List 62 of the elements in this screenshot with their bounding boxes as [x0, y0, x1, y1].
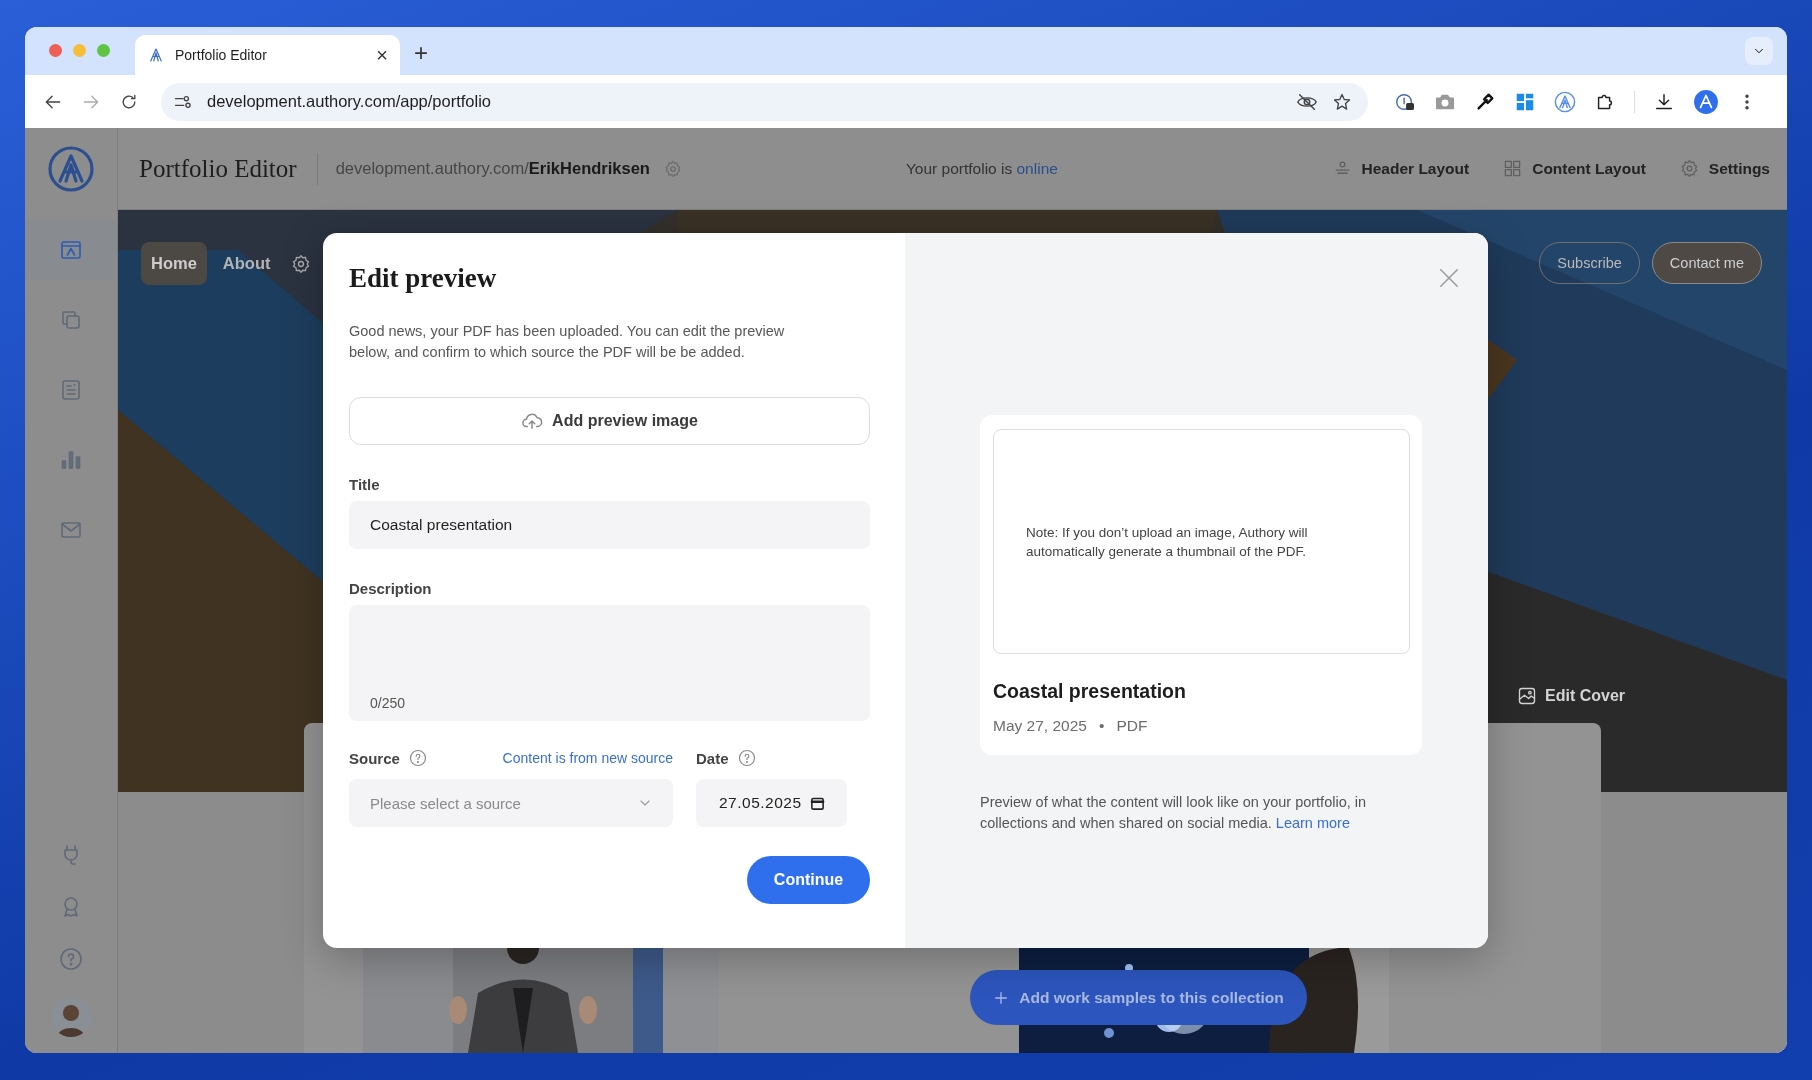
settings-icon: [1679, 159, 1699, 178]
help-icon: [59, 947, 83, 971]
portfolio-url: development.authory.com/ErikHendriksen: [335, 159, 650, 178]
help-icon[interactable]: [408, 749, 427, 767]
header-action[interactable]: Header Layout: [1332, 159, 1470, 178]
star-icon[interactable]: [1332, 91, 1352, 112]
plus-icon: [993, 989, 1010, 1006]
separator-dot: •: [1098, 717, 1105, 735]
address-bar[interactable]: development.authory.com/app/portfolio: [161, 82, 1368, 121]
contact-button[interactable]: Contact me: [1651, 242, 1762, 284]
dialog-title: Edit preview: [349, 262, 498, 295]
learn-more-link[interactable]: Learn more: [1275, 815, 1350, 831]
bar-chart-icon: [59, 448, 83, 472]
eyedropper-icon[interactable]: [1474, 90, 1496, 113]
new-source-link[interactable]: Content is from new source: [502, 750, 673, 766]
tab-title: Portfolio Editor: [175, 47, 268, 63]
field-label: Title: [349, 476, 381, 493]
close-tab-button[interactable]: ×: [376, 43, 388, 67]
portfolio-icon: [59, 238, 83, 262]
grid-icon: [1503, 159, 1523, 178]
nav-link[interactable]: Home: [141, 242, 207, 285]
calendar-icon: [810, 795, 825, 811]
field-label: Description: [349, 580, 433, 597]
field-label: Source: [349, 749, 400, 767]
header-action[interactable]: Content Layout: [1503, 159, 1646, 178]
source-dropdown[interactable]: Please select a source: [349, 779, 673, 827]
logo-icon[interactable]: [47, 145, 95, 193]
window-control[interactable]: [49, 44, 62, 57]
avatar[interactable]: [51, 997, 91, 1037]
portfolio-status: Your portfolio is online: [905, 159, 1058, 178]
header-action[interactable]: Settings: [1679, 159, 1770, 178]
window-control[interactable]: [97, 44, 110, 57]
field-label: Date: [696, 749, 729, 767]
add-image-button[interactable]: Add preview image: [349, 397, 870, 445]
description-field[interactable]: 0/250: [349, 605, 870, 721]
settings-icon[interactable]: [290, 253, 311, 274]
add-samples-button[interactable]: Add work samples to this collection: [970, 970, 1307, 1025]
preview-note: Preview of what the content will look like on your portfolio, in collections and when shared on social media. Learn more: [980, 793, 1368, 833]
title-field[interactable]: Coastal presentation: [349, 501, 870, 549]
logo-icon: [147, 46, 165, 64]
browser-tab[interactable]: Portfolio Editor ×: [135, 35, 400, 75]
new-tab-button[interactable]: +: [414, 39, 428, 67]
card-type: PDF: [1116, 717, 1148, 735]
continue-button[interactable]: Continue: [747, 856, 870, 904]
intro-text: Good news, your PDF has been uploaded. You can edit the preview below, and confirm to which source the PDF will be be added.: [349, 322, 786, 362]
sidebar-item[interactable]: [25, 220, 117, 280]
edit-cover-button[interactable]: Edit Cover: [1517, 686, 1625, 706]
character-counter: 0/250: [370, 695, 407, 711]
profile-icon[interactable]: [1693, 88, 1719, 115]
logo-icon[interactable]: [1554, 90, 1576, 113]
note-text: Note: If you don’t upload an image, Authory will automatically generate a thumbnail of the PDF.: [1026, 523, 1309, 561]
copy-icon: [59, 308, 83, 332]
nav-link[interactable]: About: [212, 242, 281, 285]
document-icon: [59, 378, 83, 402]
help-icon[interactable]: [737, 749, 756, 767]
app-title: Portfolio Editor: [139, 154, 297, 183]
close-icon[interactable]: [1438, 267, 1460, 289]
url-text: development.authory.com/app/portfolio: [207, 92, 493, 111]
card-title: Coastal presentation: [993, 680, 1187, 703]
date-field[interactable]: 27.05.2025: [696, 779, 847, 827]
image-icon: [1517, 686, 1537, 706]
card-date: May 27, 2025: [993, 717, 1087, 735]
